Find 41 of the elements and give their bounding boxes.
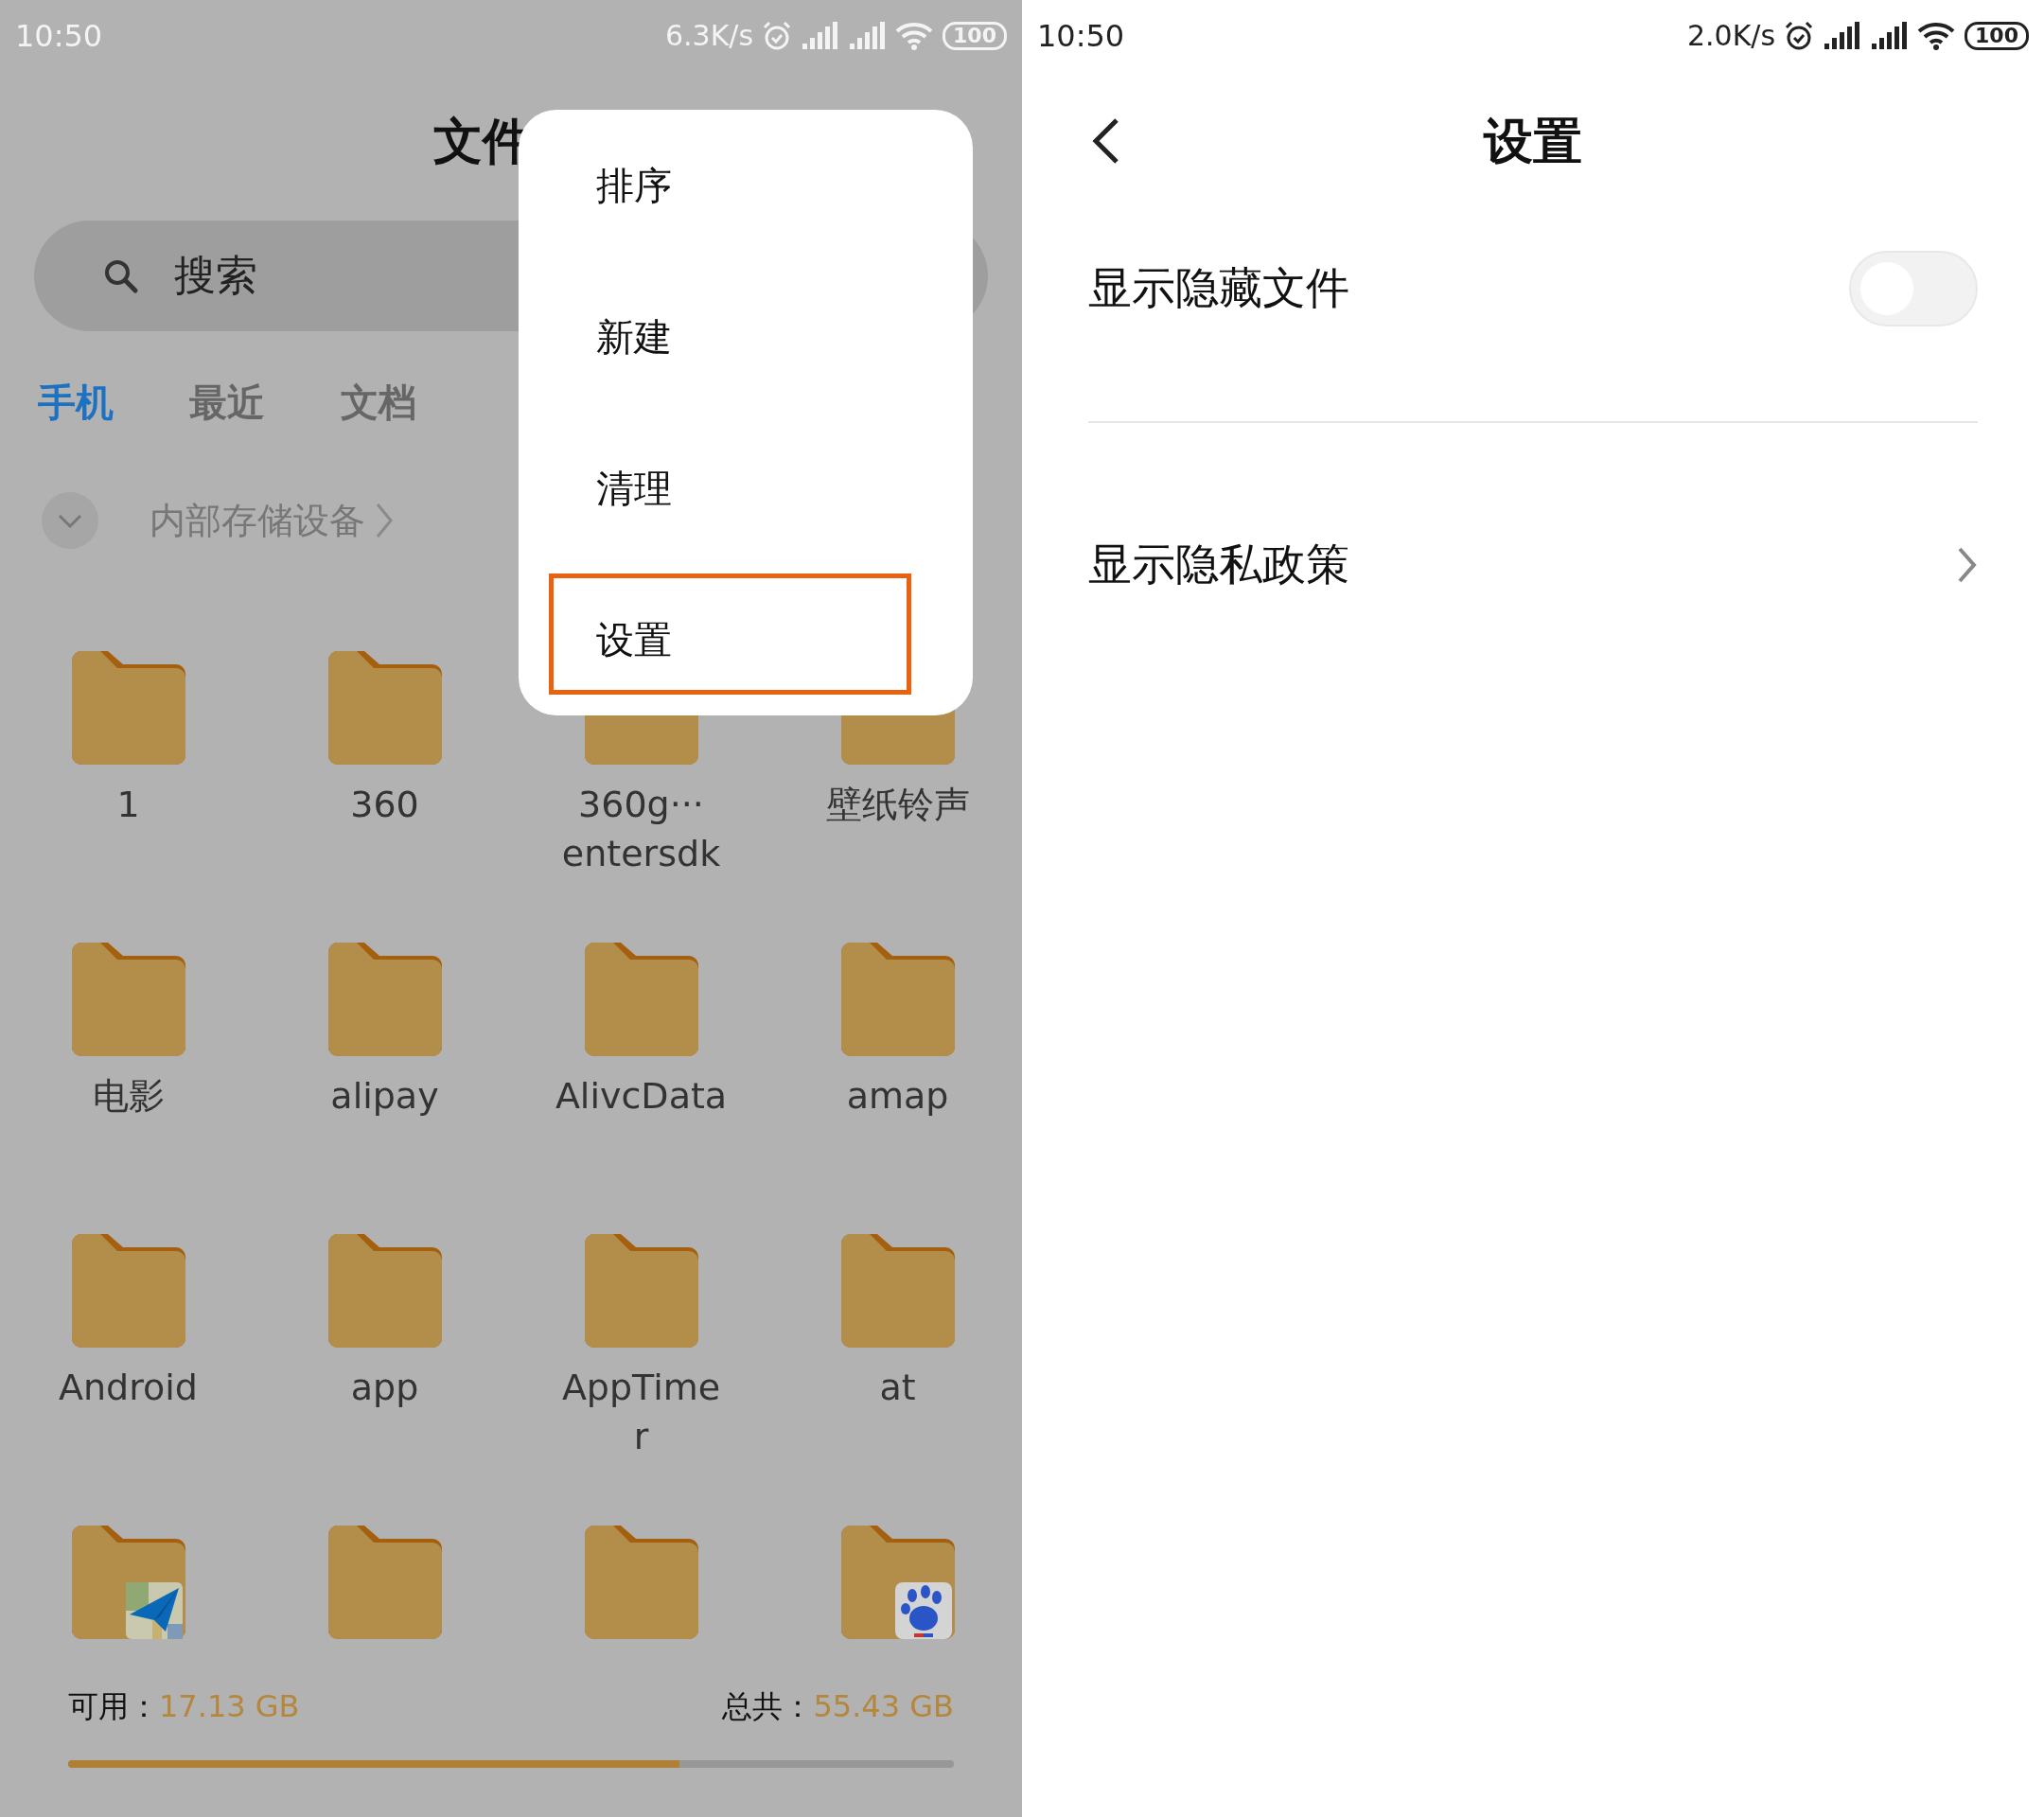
status-time: 10:50 <box>15 17 103 54</box>
folder-icon[interactable] <box>71 943 185 1056</box>
folder-name: at <box>879 1366 916 1410</box>
screen-title: 设置 <box>1484 112 1582 171</box>
battery-indicator: 100 <box>943 21 1007 50</box>
paw-icon <box>895 1582 952 1639</box>
folder-icon[interactable] <box>584 943 698 1056</box>
setting-label: 显示隐藏文件 <box>1088 261 1349 315</box>
folder-name: app <box>350 1366 419 1410</box>
folder-icon[interactable] <box>840 1234 955 1348</box>
folder-icon[interactable] <box>584 1234 698 1348</box>
folder-name: alipay <box>330 1074 439 1119</box>
paper-plane-icon <box>126 1582 183 1639</box>
free-space-label: 可用：17.13 GB <box>68 1687 300 1726</box>
folder-name: amap <box>846 1074 949 1119</box>
network-speed: 2.0K/s <box>1686 19 1776 52</box>
setting-label: 显示隐私政策 <box>1088 538 1349 591</box>
status-time: 10:50 <box>1037 17 1125 54</box>
menu-item[interactable]: 设置 <box>519 564 973 715</box>
folder-icon[interactable] <box>71 1234 185 1348</box>
folder-name: 360 <box>350 783 419 827</box>
network-speed: 6.3K/s <box>664 19 754 52</box>
chevron-right-icon[interactable] <box>1957 546 1978 584</box>
folder-name: Android <box>59 1366 198 1410</box>
folder-name: AlivcData <box>555 1074 728 1119</box>
menu-item[interactable]: 清理 <box>519 413 973 564</box>
folder-icon[interactable] <box>327 651 442 765</box>
folder-icon[interactable] <box>327 943 442 1056</box>
folder-name: 1 <box>116 783 140 827</box>
folder-icon[interactable] <box>71 651 185 765</box>
folder-name: 壁纸铃声 <box>825 783 970 827</box>
folder-name: AppTime r <box>561 1366 721 1459</box>
folder-icon[interactable] <box>840 943 955 1056</box>
chevron-right-icon <box>375 502 394 539</box>
battery-indicator: 100 <box>1965 21 2029 50</box>
folder-name: 电影 <box>92 1074 165 1119</box>
folder-icon[interactable] <box>327 1234 442 1348</box>
folder-icon[interactable] <box>327 1526 442 1639</box>
folder-name: 360g··· entersdk <box>561 783 721 876</box>
folder-icon[interactable] <box>584 1526 698 1639</box>
total-space-label: 总共：55.43 GB <box>722 1687 954 1726</box>
